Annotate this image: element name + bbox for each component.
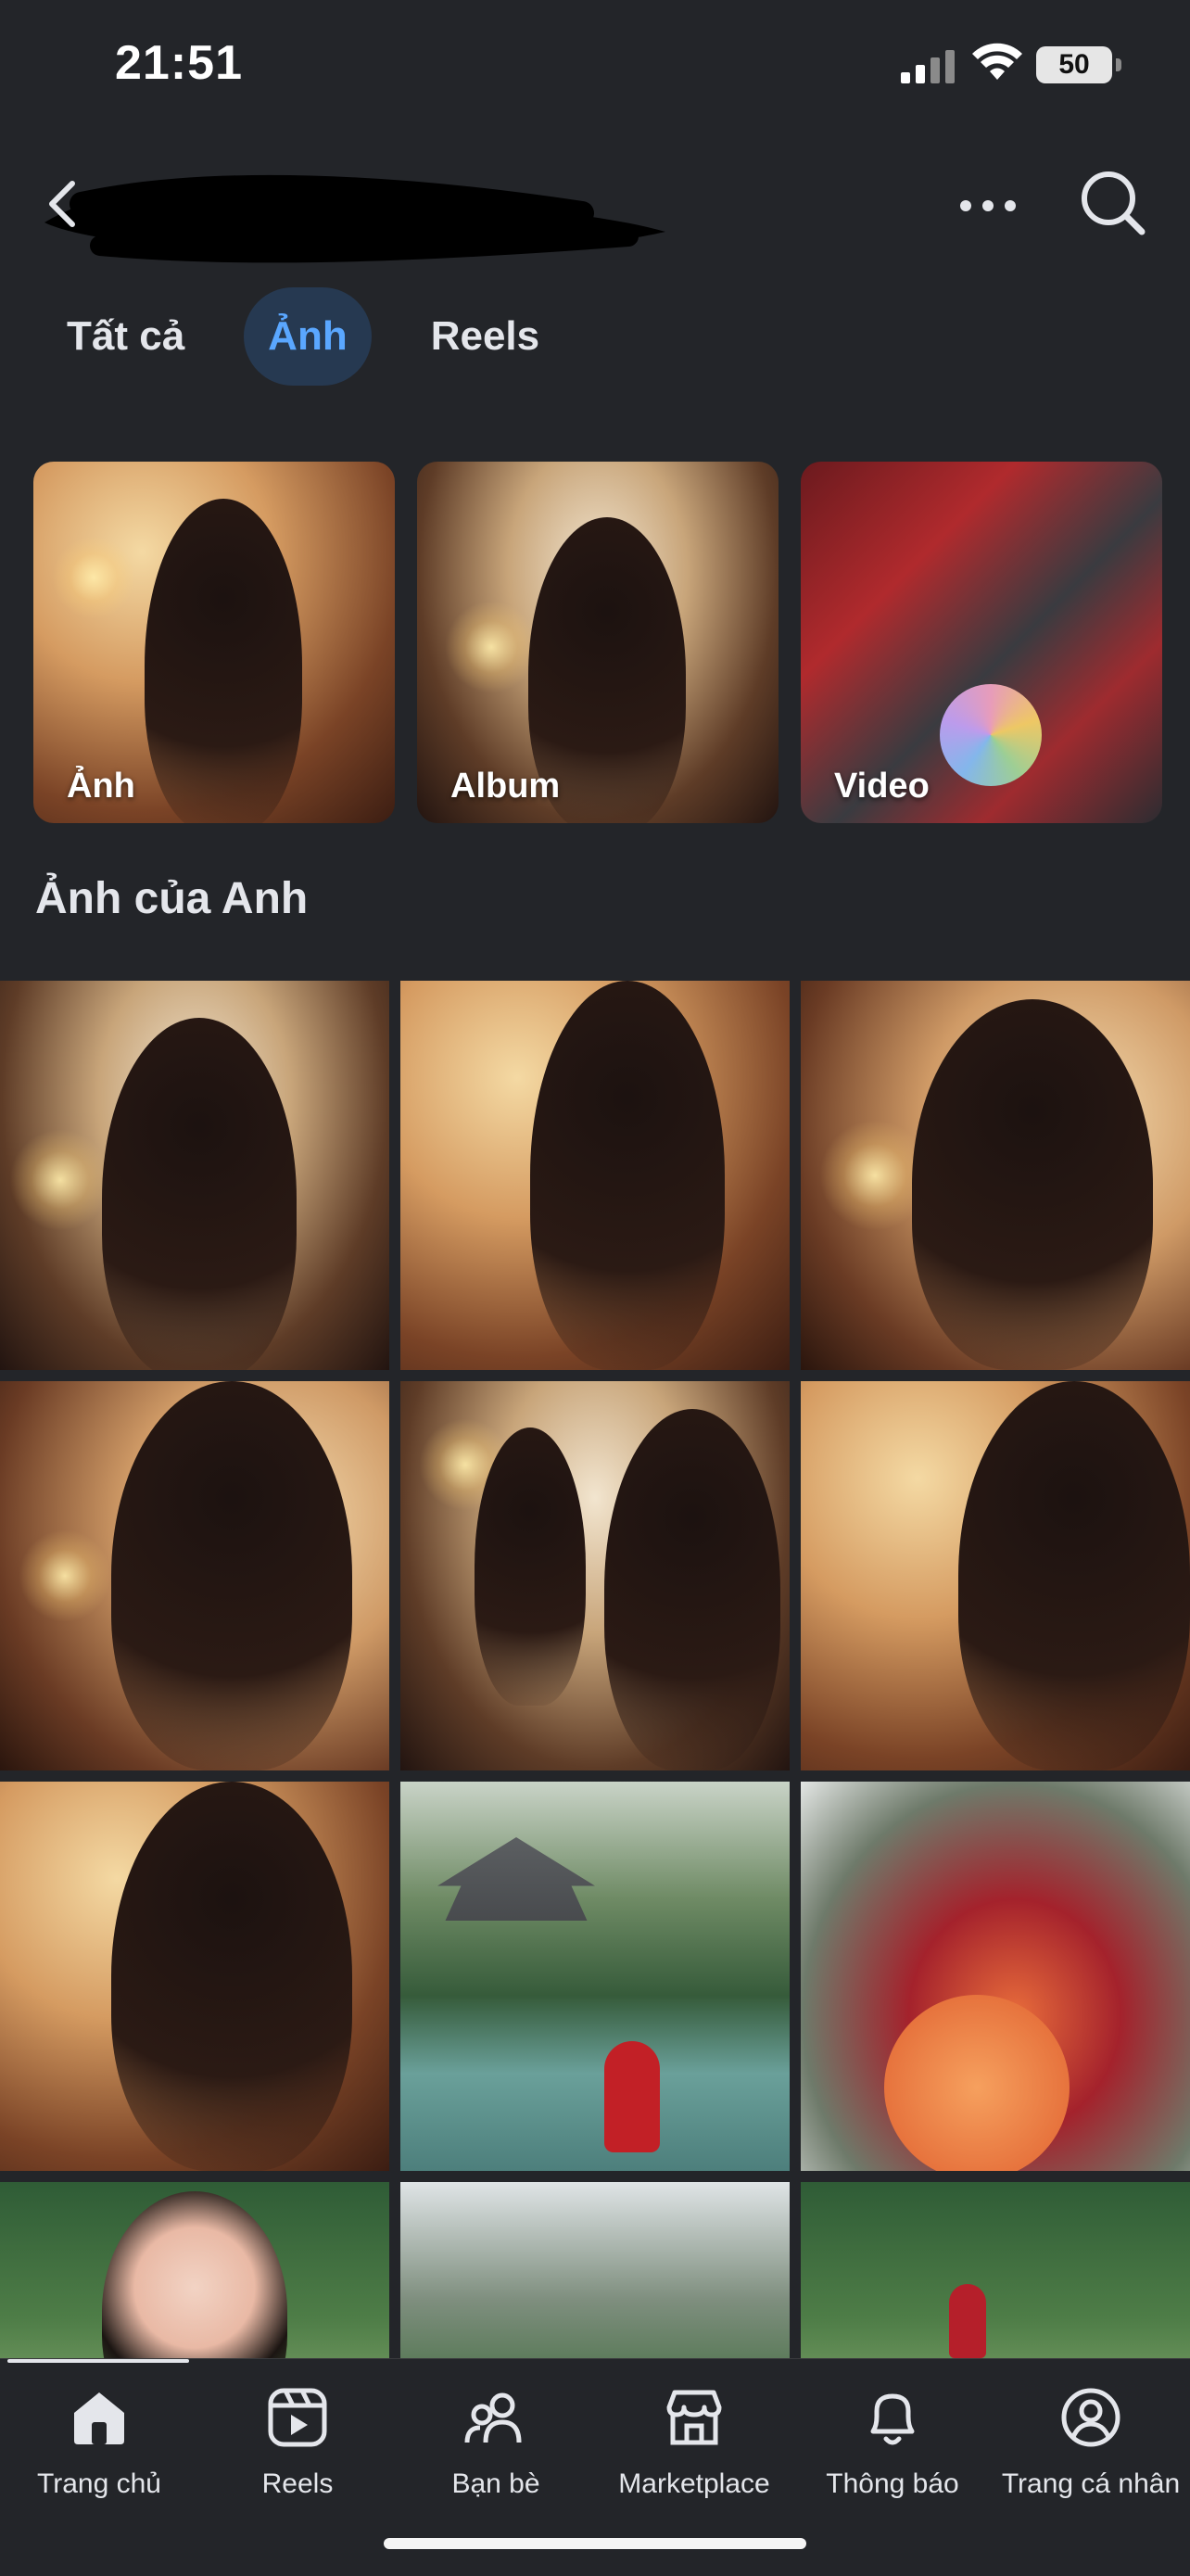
home-icon [74, 2392, 124, 2444]
nav-label: Trang cá nhân [1001, 2468, 1181, 2499]
nav-reels[interactable]: Reels [198, 2385, 397, 2500]
filter-tabs: Tất cả Ảnh Reels [43, 286, 563, 387]
nav-profile[interactable]: Trang cá nhân [992, 2385, 1190, 2500]
photo-tile[interactable] [801, 1782, 1190, 2171]
photo-subject [604, 1409, 780, 1770]
photo-subject [145, 499, 302, 823]
section-title: Ảnh của Anh [35, 874, 309, 923]
light-glow [445, 601, 538, 693]
nav-marketplace[interactable]: Marketplace [595, 2385, 793, 2500]
photo-grid [0, 981, 1190, 2362]
light-glow [19, 1529, 111, 1622]
photo-subject [102, 2191, 287, 2362]
active-tab-indicator [7, 2359, 189, 2363]
tab-reels[interactable]: Reels [407, 287, 563, 386]
card-video[interactable]: Video [801, 462, 1162, 823]
nav-label: Trang chủ [37, 2468, 161, 2499]
light-glow [9, 1129, 111, 1231]
photo-subject [111, 1381, 352, 1770]
tab-photos[interactable]: Ảnh [244, 287, 372, 386]
photo-subject [604, 2041, 660, 2152]
photo-subject [102, 1018, 297, 1370]
card-label: Video [834, 767, 930, 806]
light-glow [52, 536, 135, 619]
photos-app-flower-icon [940, 684, 1042, 786]
battery-indicator: 50 [1036, 46, 1121, 83]
home-indicator[interactable] [384, 2538, 806, 2549]
photo-tile[interactable] [0, 1782, 389, 2171]
back-arrow-icon[interactable] [35, 176, 91, 232]
conical-hat-shape [884, 1995, 1070, 2171]
reels-icon [268, 2388, 327, 2447]
nav-label: Bạn bè [451, 2468, 540, 2499]
header [0, 139, 1190, 269]
nav-label: Reels [261, 2468, 334, 2499]
nav-home[interactable]: Trang chủ [0, 2385, 198, 2500]
photo-tile[interactable] [0, 981, 389, 1370]
card-label: Album [450, 767, 561, 806]
nav-label: Marketplace [618, 2468, 770, 2499]
bell-icon [870, 2393, 915, 2445]
card-label: Ảnh [67, 767, 135, 806]
wifi-icon [972, 43, 1022, 80]
card-album[interactable]: Album [417, 462, 779, 823]
cellular-signal-icon [901, 50, 955, 83]
marketplace-icon [666, 2390, 722, 2445]
search-icon[interactable] [1077, 167, 1147, 237]
status-time: 21:51 [115, 36, 243, 90]
photo-subject [949, 2284, 986, 2358]
photo-tile[interactable] [801, 981, 1190, 1370]
photo-subject [958, 1381, 1190, 1770]
nav-label: Thông báo [826, 2468, 959, 2499]
photo-subject [111, 1782, 352, 2171]
photo-tile[interactable] [400, 2182, 790, 2362]
tab-all[interactable]: Tất cả [43, 287, 209, 386]
photo-tile[interactable] [400, 1381, 790, 1770]
photo-tile[interactable] [801, 1381, 1190, 1770]
photo-subject-reflection [475, 1428, 586, 1706]
photo-tile[interactable] [0, 2182, 389, 2362]
photo-tile[interactable] [400, 981, 790, 1370]
nav-friends[interactable]: Bạn bè [397, 2385, 595, 2500]
more-icon[interactable] [958, 195, 1018, 217]
photo-subject [912, 999, 1153, 1370]
profile-icon [1061, 2388, 1120, 2447]
card-photos[interactable]: Ảnh [33, 462, 395, 823]
photo-tile[interactable] [400, 1782, 790, 2171]
photo-tile[interactable] [801, 2182, 1190, 2362]
friends-icon [464, 2392, 522, 2443]
nav-notifications[interactable]: Thông báo [793, 2385, 992, 2500]
category-cards: Ảnh Album Video [33, 462, 1162, 823]
photo-tile[interactable] [0, 1381, 389, 1770]
status-bar: 21:51 50 [0, 0, 1190, 130]
pagoda-shape [437, 1837, 595, 1921]
redacted-profile-name [44, 174, 665, 263]
photo-subject [530, 981, 725, 1370]
